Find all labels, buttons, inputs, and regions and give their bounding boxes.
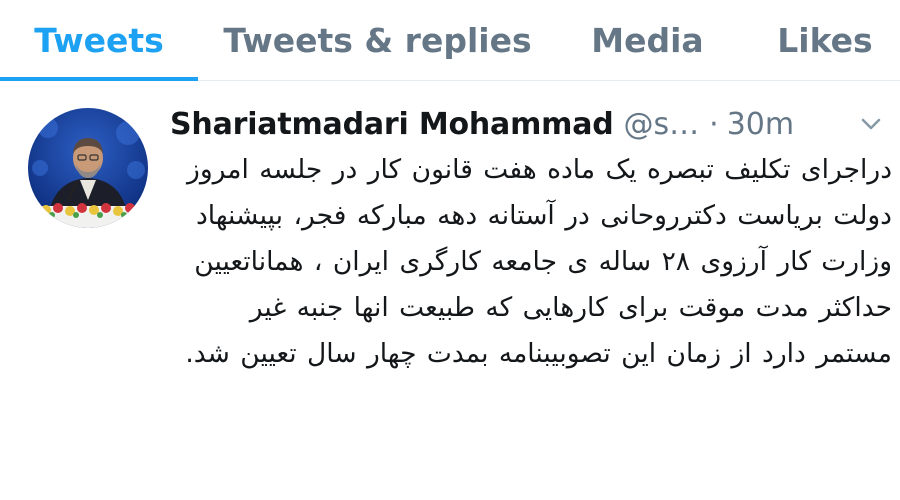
tab-tweets[interactable]: Tweets (0, 0, 198, 80)
author-handle[interactable]: @s… (624, 107, 700, 142)
separator-dot: · (709, 106, 719, 142)
tab-tweets-and-replies[interactable]: Tweets & replies (215, 0, 540, 80)
author-display-name[interactable]: Shariatmadari Mohammad (170, 107, 614, 142)
tweet-text: دراجرای تکلیف تبصره یک ماده هفت قانون کا… (185, 154, 892, 369)
tab-media[interactable]: Media (575, 0, 720, 80)
tab-likes[interactable]: Likes (755, 0, 895, 80)
tweet[interactable]: Shariatmadari Mohammad @s… · 30m دراجرای… (0, 81, 900, 500)
tweet-timestamp[interactable]: 30m (727, 107, 794, 142)
chevron-down-icon[interactable] (860, 115, 882, 133)
profile-tab-bar: Tweets Tweets & replies Media Likes (0, 0, 900, 81)
tweet-header: Shariatmadari Mohammad @s… · 30m (170, 101, 890, 147)
profile-timeline: Tweets Tweets & replies Media Likes Shar… (0, 0, 900, 500)
avatar[interactable] (28, 108, 148, 228)
avatar-image (28, 108, 148, 228)
